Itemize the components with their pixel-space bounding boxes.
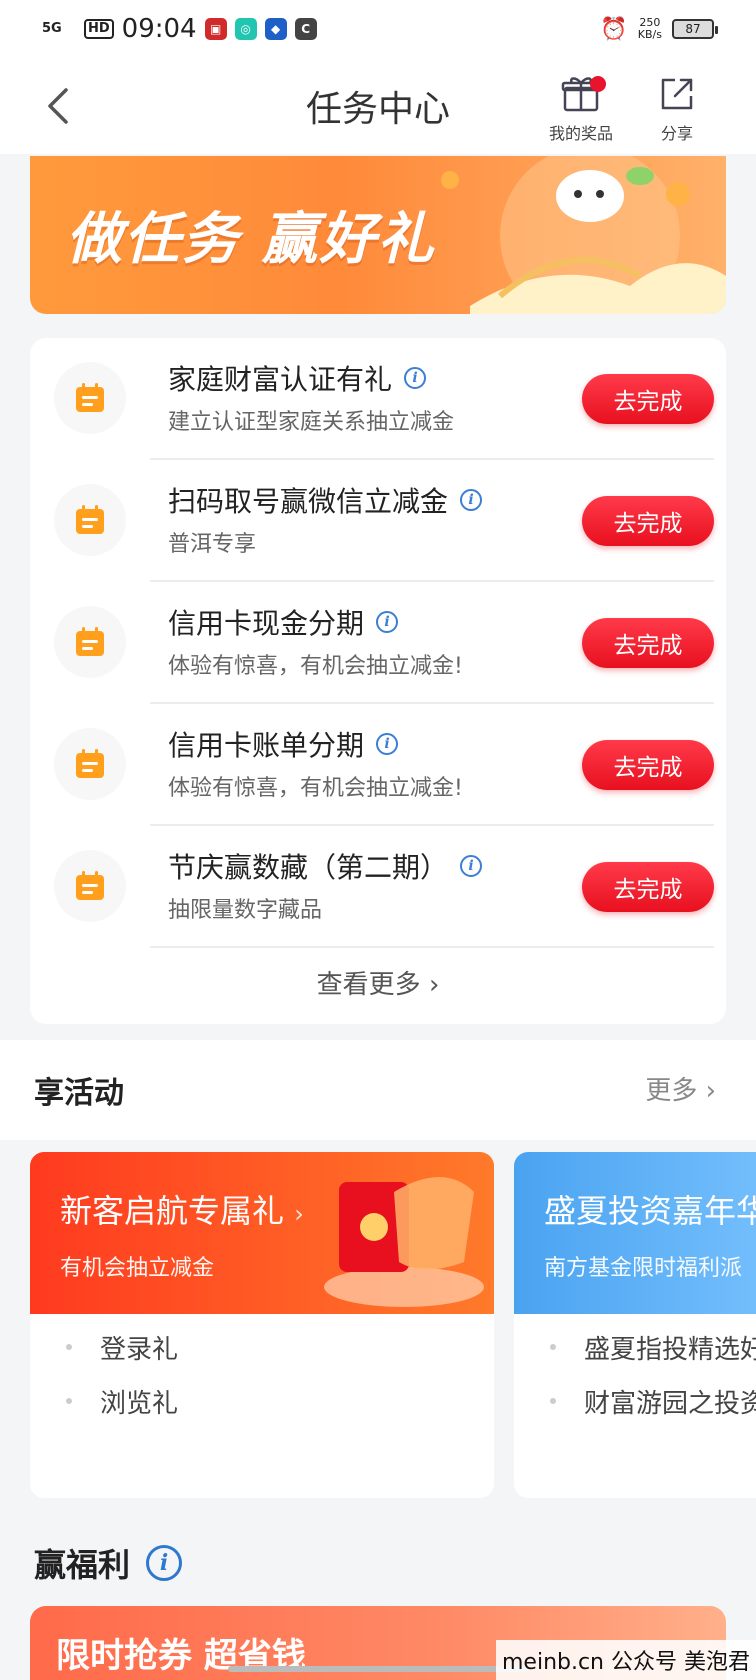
info-icon[interactable]: i (376, 611, 399, 633)
back-icon[interactable] (44, 84, 84, 128)
welfare-title: 赢福利 (34, 1546, 131, 1584)
battery-level: 87 (685, 22, 701, 36)
task-title: 信用卡账单分期 (168, 729, 365, 762)
activity-item-list: 登录礼 浏览礼 (30, 1314, 494, 1428)
share-label: 分享 (660, 124, 693, 143)
task-subtitle: 普洱专享 (168, 532, 257, 557)
my-prizes-button[interactable]: 我的奖品 (536, 72, 626, 144)
divider (150, 946, 714, 948)
notification-dot (590, 76, 606, 92)
task-item: 家庭财富认证有礼 i 建立认证型家庭关系抽立减金 去完成 (30, 338, 726, 460)
activity-item[interactable]: 浏览礼 (30, 1374, 494, 1428)
task-subtitle: 建立认证型家庭关系抽立减金 (168, 410, 455, 435)
task-item: 信用卡现金分期 i 体验有惊喜，有机会抽立减金! 去完成 (30, 582, 726, 704)
app-notification-icon: ▣ (204, 18, 227, 40)
activity-item[interactable]: 登录礼 (30, 1320, 494, 1374)
activity-subtitle: 有机会抽立减金 (60, 1256, 215, 1281)
calendar-icon (54, 850, 126, 922)
task-banner[interactable]: 做任务 赢好礼 (30, 156, 726, 314)
task-title: 家庭财富认证有礼 (168, 363, 393, 396)
activity-item-list: 盛夏指投精选好 财富游园之投资 (514, 1314, 756, 1428)
info-icon[interactable]: i (376, 733, 399, 755)
view-more-label: 查看更多 (316, 970, 421, 1000)
info-icon[interactable]: i (146, 1545, 183, 1581)
activities-more-link[interactable]: 更多 › (645, 1070, 716, 1107)
info-icon[interactable]: i (460, 855, 483, 877)
banner-text: 做任务 赢好礼 (66, 207, 436, 272)
app-notification-icon: ◎ (234, 18, 257, 40)
watermark: meinb.cn 公众号 美泡君 (495, 1640, 756, 1680)
activity-item[interactable]: 财富游园之投资 (514, 1374, 756, 1428)
chevron-right-icon: › (428, 970, 440, 1000)
hd-indicator: HD (84, 19, 114, 39)
red-envelope-illustration (324, 1177, 484, 1307)
task-center-page: 5G HD 09:04 ▣ ◎ ◆ C ⏰ 250 KB/s 87 任务中心 我… (0, 0, 756, 1680)
task-subtitle: 抽限量数字藏品 (168, 898, 323, 923)
app-notification-icon: C (294, 18, 317, 40)
calendar-icon (54, 606, 126, 678)
activity-item[interactable]: 盛夏指投精选好 (514, 1320, 756, 1374)
status-right: ⏰ 250 KB/s 87 (600, 16, 718, 42)
view-more-link[interactable]: 查看更多 › (30, 964, 726, 1001)
activity-card[interactable]: 新客启航专属礼 › 有机会抽立减金 登录礼 浏览礼 (30, 1152, 494, 1498)
alarm-icon: ⏰ (600, 16, 628, 42)
activity-title: 盛夏投资嘉年华 (544, 1192, 756, 1230)
go-complete-button[interactable]: 去完成 (582, 740, 714, 790)
activity-title: 新客启航专属礼 › (60, 1186, 304, 1232)
gift-icon (536, 72, 626, 116)
status-bar: 5G HD 09:04 ▣ ◎ ◆ C ⏰ 250 KB/s 87 (0, 0, 756, 58)
chevron-right-icon: › (705, 1076, 716, 1106)
network-speed-unit: KB/s (637, 28, 662, 41)
activity-card[interactable]: 盛夏投资嘉年华 南方基金限时福利派 盛夏指投精选好 财富游园之投资 (514, 1152, 756, 1498)
calendar-icon (54, 728, 126, 800)
nav-bar: 任务中心 我的奖品 分享 (0, 58, 756, 154)
status-left: 5G HD 09:04 ▣ ◎ ◆ C (42, 14, 317, 44)
task-item: 节庆赢数藏（第二期） i 抽限量数字藏品 去完成 (30, 826, 726, 948)
my-prizes-label: 我的奖品 (548, 124, 613, 143)
battery-icon: 87 (672, 19, 718, 39)
task-item: 扫码取号赢微信立减金 i 普洱专享 去完成 (30, 460, 726, 582)
calendar-icon (54, 484, 126, 556)
activity-title-text: 新客启航专属礼 (60, 1192, 285, 1230)
app-notification-icon: ◆ (264, 18, 287, 40)
activities-title: 享活动 (34, 1076, 124, 1111)
task-title: 扫码取号赢微信立减金 (168, 485, 449, 518)
task-item: 信用卡账单分期 i 体验有惊喜，有机会抽立减金! 去完成 (30, 704, 726, 826)
go-complete-button[interactable]: 去完成 (582, 618, 714, 668)
share-button[interactable]: 分享 (632, 72, 722, 144)
signal-indicator: 5G (42, 21, 62, 36)
task-list-card: 家庭财富认证有礼 i 建立认证型家庭关系抽立减金 去完成 扫码取号赢微信立减金 i … (30, 338, 726, 1024)
task-title: 信用卡现金分期 (168, 607, 365, 640)
activity-card-header: 新客启航专属礼 › 有机会抽立减金 (30, 1152, 494, 1314)
chevron-right-icon: › (294, 1200, 304, 1228)
go-complete-button[interactable]: 去完成 (582, 374, 714, 424)
task-title: 节庆赢数藏（第二期） (168, 851, 449, 884)
task-subtitle: 体验有惊喜，有机会抽立减金! (168, 776, 463, 801)
status-time: 09:04 (121, 14, 197, 44)
info-icon[interactable]: i (404, 367, 427, 389)
share-icon (632, 72, 722, 116)
calendar-icon (54, 362, 126, 434)
activities-more-label: 更多 (645, 1076, 698, 1106)
task-subtitle: 体验有惊喜，有机会抽立减金! (168, 654, 463, 679)
go-complete-button[interactable]: 去完成 (582, 496, 714, 546)
activity-card-header: 盛夏投资嘉年华 南方基金限时福利派 (514, 1152, 756, 1314)
network-speed: 250 KB/s (638, 17, 662, 41)
activities-header: 享活动 更多 › (0, 1040, 756, 1140)
welfare-header: 赢福利 i (34, 1540, 183, 1586)
go-complete-button[interactable]: 去完成 (582, 862, 714, 912)
home-indicator[interactable] (228, 1666, 528, 1672)
info-icon[interactable]: i (460, 489, 483, 511)
activity-subtitle: 南方基金限时福利派 (544, 1256, 743, 1281)
